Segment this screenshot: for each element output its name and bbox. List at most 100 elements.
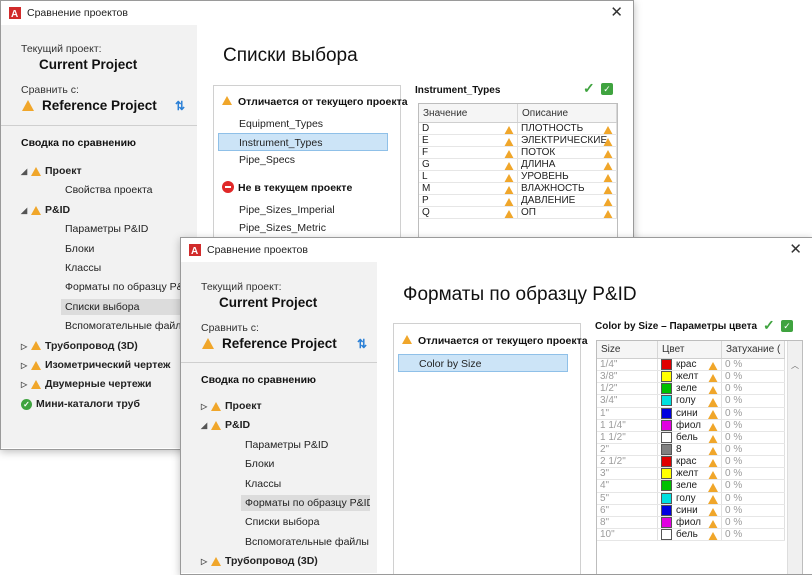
description-cell[interactable]: ДЛИНА [517, 158, 617, 171]
value-cell[interactable]: G [419, 158, 518, 171]
tree-item[interactable]: Параметры P&ID [61, 221, 190, 237]
expand-caret-icon[interactable]: ▷ [201, 554, 211, 570]
description-cell[interactable]: ВЛАЖНОСТЬ [517, 182, 617, 195]
color-cell[interactable]: голу [657, 492, 722, 505]
tree-item[interactable]: ▷ Трубопровод (3D) [21, 338, 138, 354]
column-header-fade[interactable]: Затухание ( [721, 341, 785, 359]
size-cell[interactable]: 4" [597, 479, 658, 493]
table-row[interactable]: F ПОТОК [419, 146, 617, 159]
scroll-up-icon[interactable]: ︿ [791, 360, 799, 371]
tree-item[interactable]: ◢ P&ID [201, 417, 250, 433]
table-row[interactable]: 10" бель 0 % [597, 528, 785, 542]
tree-item[interactable]: ▷ Изометрический чертеж [21, 357, 170, 373]
fade-cell[interactable]: 0 % [721, 467, 785, 481]
tree-item[interactable]: Параметры P&ID [241, 437, 370, 453]
tree-item[interactable]: Классы [241, 476, 370, 492]
description-cell[interactable]: ПОТОК [517, 146, 617, 159]
table-row[interactable]: E ЭЛЕКТРИЧЕСКИЕ [419, 134, 617, 147]
color-cell[interactable]: желт [657, 370, 722, 384]
vertical-scrollbar[interactable]: ︿ [787, 341, 802, 574]
tree-item[interactable]: ▷ Двумерные чертежи [21, 376, 151, 392]
tree-item[interactable]: Классы [61, 260, 190, 276]
description-cell[interactable]: ДАВЛЕНИЕ [517, 194, 617, 207]
size-cell[interactable]: 6" [597, 504, 658, 517]
size-cell[interactable]: 5" [597, 492, 658, 505]
table-row[interactable]: 3" желт 0 % [597, 467, 785, 481]
expand-caret-icon[interactable]: ▷ [201, 399, 211, 415]
fade-cell[interactable]: 0 % [721, 528, 785, 542]
size-cell[interactable]: 8" [597, 516, 658, 529]
table-row[interactable]: 1" сини 0 % [597, 407, 785, 420]
tree-item[interactable]: Блоки [61, 241, 190, 257]
table-row[interactable]: Q ОП [419, 206, 617, 219]
tree-item[interactable]: Списки выбора [241, 514, 370, 530]
size-cell[interactable]: 3/4" [597, 394, 658, 408]
color-cell[interactable]: фиол [657, 419, 722, 432]
collapse-caret-icon[interactable]: ◢ [201, 418, 211, 434]
fade-cell[interactable]: 0 % [721, 455, 785, 469]
tree-item[interactable]: Блоки [241, 456, 370, 472]
color-cell[interactable]: бель [657, 431, 722, 444]
color-cell[interactable]: крас [657, 455, 722, 469]
color-cell[interactable]: зеле [657, 479, 722, 493]
tree-item[interactable]: ◢ P&ID [21, 202, 70, 218]
color-cell[interactable]: сини [657, 504, 722, 517]
tree-item[interactable]: Форматы по образцу P&ID [241, 495, 370, 511]
expand-caret-icon[interactable]: ▷ [21, 358, 31, 374]
fade-cell[interactable]: 0 % [721, 479, 785, 493]
color-cell[interactable]: сини [657, 407, 722, 420]
tree-item[interactable]: Вспомогательные файлы [241, 534, 370, 550]
table-row[interactable]: L УРОВЕНЬ [419, 170, 617, 183]
size-cell[interactable]: 1 1/4" [597, 419, 658, 432]
list-item[interactable]: Pipe_Sizes_Imperial [219, 201, 389, 219]
list-item[interactable]: Color by Size [398, 354, 568, 372]
swap-projects-icon[interactable]: ⇅ [175, 99, 185, 113]
list-item[interactable]: Equipment_Types [219, 115, 389, 133]
table-row[interactable]: 3/4" голу 0 % [597, 394, 785, 408]
tree-item[interactable]: Вспомогательные файлы [61, 318, 190, 334]
accept-check-icon[interactable]: ✓ [763, 317, 775, 334]
table-row[interactable]: 1 1/4" фиол 0 % [597, 419, 785, 432]
description-cell[interactable]: ЭЛЕКТРИЧЕСКИЕ [517, 134, 617, 147]
table-row[interactable]: 6" сини 0 % [597, 504, 785, 517]
value-cell[interactable]: P [419, 194, 518, 207]
description-cell[interactable]: ПЛОТНОСТЬ [517, 122, 617, 135]
color-cell[interactable]: желт [657, 467, 722, 481]
collapse-caret-icon[interactable]: ◢ [21, 203, 31, 219]
column-header-color[interactable]: Цвет [657, 341, 722, 359]
fade-cell[interactable]: 0 % [721, 370, 785, 384]
description-cell[interactable]: УРОВЕНЬ [517, 170, 617, 183]
expand-caret-icon[interactable]: ▷ [21, 339, 31, 355]
table-row[interactable]: 1 1/2" бель 0 % [597, 431, 785, 444]
accept-all-icon[interactable]: ✓ [601, 83, 613, 95]
close-icon[interactable]: ✕ [610, 3, 623, 21]
accept-check-icon[interactable]: ✓ [583, 80, 595, 97]
value-cell[interactable]: L [419, 170, 518, 183]
table-row[interactable]: 5" голу 0 % [597, 492, 785, 505]
size-cell[interactable]: 2 1/2" [597, 455, 658, 469]
table-row[interactable]: 2 1/2" крас 0 % [597, 455, 785, 469]
fade-cell[interactable]: 0 % [721, 382, 785, 396]
size-cell[interactable]: 1 1/2" [597, 431, 658, 444]
table-row[interactable]: 1/2" зеле 0 % [597, 382, 785, 396]
fade-cell[interactable]: 0 % [721, 504, 785, 517]
table-row[interactable]: 1/4" крас 0 % [597, 358, 785, 372]
color-cell[interactable]: крас [657, 358, 722, 372]
tree-item[interactable]: ▷ Трубопровод (3D) [201, 553, 318, 569]
description-cell[interactable]: ОП [517, 206, 617, 219]
tree-item[interactable]: Форматы по образцу P&ID [61, 279, 190, 295]
size-cell[interactable]: 2" [597, 443, 658, 457]
list-item[interactable]: Pipe_Specs [219, 151, 389, 169]
size-cell[interactable]: 3/8" [597, 370, 658, 384]
column-header-description[interactable]: Описание [517, 104, 617, 123]
size-cell[interactable]: 1" [597, 407, 658, 420]
value-cell[interactable]: E [419, 134, 518, 147]
table-row[interactable]: G ДЛИНА [419, 158, 617, 171]
value-cell[interactable]: D [419, 122, 518, 135]
tree-item[interactable]: Списки выбора [61, 298, 190, 315]
expand-caret-icon[interactable]: ▷ [21, 377, 31, 393]
fade-cell[interactable]: 0 % [721, 419, 785, 432]
column-header-value[interactable]: Значение [419, 104, 518, 123]
fade-cell[interactable]: 0 % [721, 394, 785, 408]
tree-item[interactable]: ✓ Мини-каталоги труб [21, 396, 140, 412]
